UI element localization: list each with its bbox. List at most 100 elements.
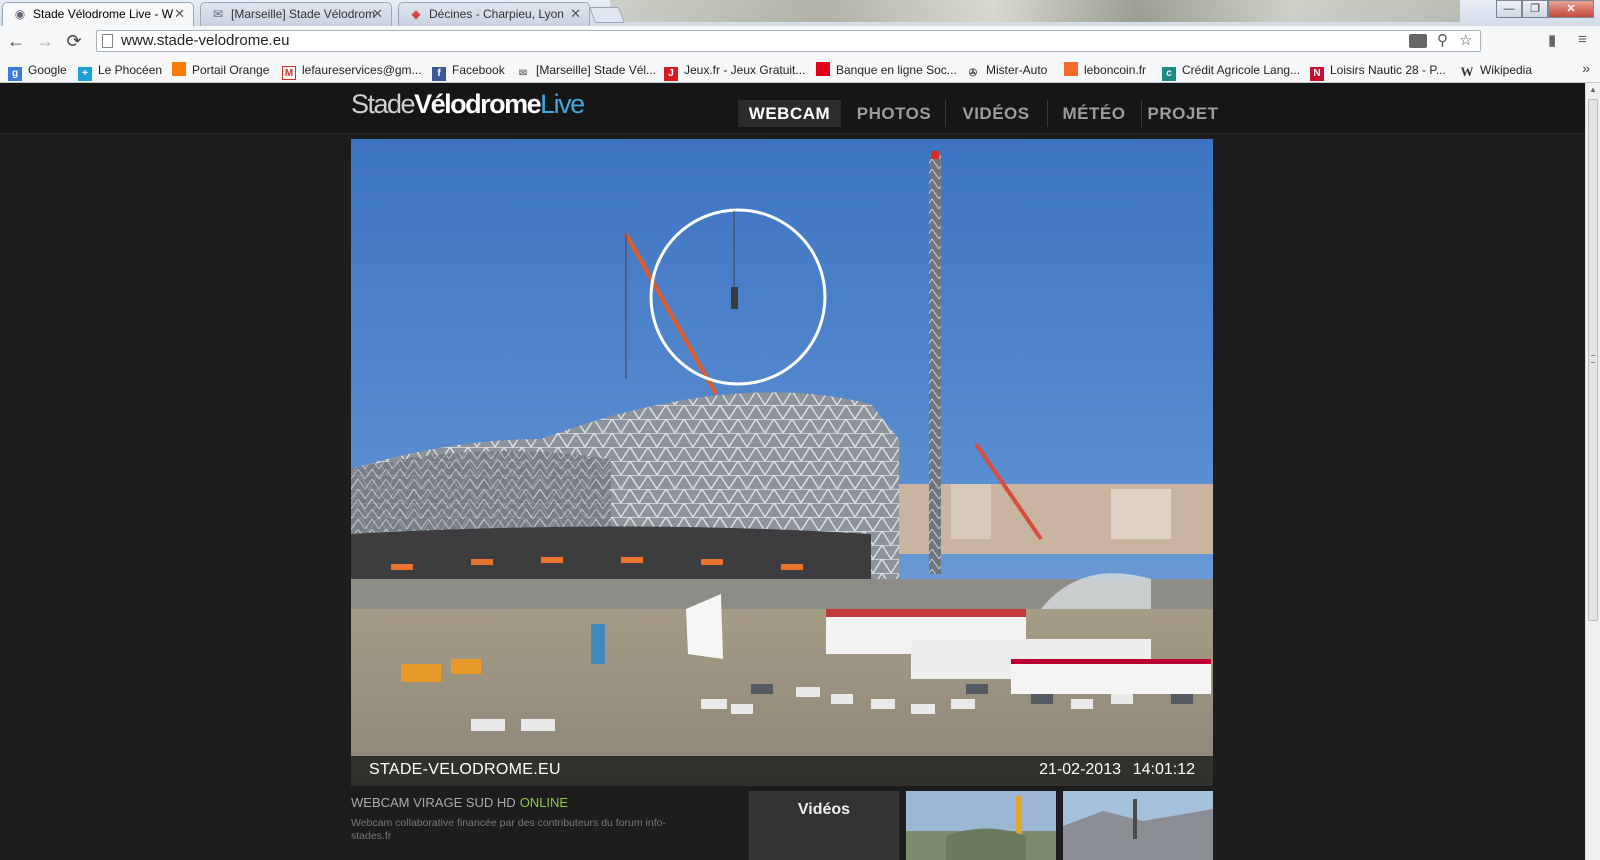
- cast-icon[interactable]: [1409, 34, 1427, 48]
- bookmark-label: lefaureservices@gm...: [302, 63, 422, 77]
- forward-button[interactable]: →: [35, 31, 55, 51]
- orange-icon: [172, 62, 186, 76]
- scroll-up-icon[interactable]: ▲: [1589, 85, 1597, 94]
- leboncoin-icon: [1064, 62, 1078, 76]
- car-icon: ✇: [968, 68, 978, 79]
- bookmark-label: Banque en ligne Soc...: [836, 63, 957, 77]
- phoceen-icon: +: [78, 67, 92, 81]
- bookmarks-bar: g Google + Le Phocéen Portail Orange Mlefa…: [0, 57, 1600, 83]
- window-background-photo: [610, 0, 1460, 22]
- webcam-caption-bar: STADE-VELODROME.EU 21-02-2013 14:01:12: [351, 756, 1213, 786]
- tab-marseille-forum[interactable]: ✉ [Marseille] Stade Vélodrom ✕: [200, 2, 392, 26]
- forum-icon: ✉: [212, 7, 224, 21]
- bookmark-portail-orange[interactable]: Portail Orange: [172, 61, 269, 79]
- webcam-time: 14:01:12: [1132, 761, 1195, 778]
- nav-projet[interactable]: PROJET: [1146, 100, 1220, 127]
- close-tab-icon[interactable]: ✕: [372, 3, 383, 25]
- bookmark-label: Crédit Agricole Lang...: [1182, 63, 1301, 77]
- video-thumbnail[interactable]: [1063, 791, 1213, 860]
- scroll-thumb[interactable]: [1588, 99, 1598, 621]
- bookmark-banque[interactable]: Banque en ligne Soc...: [816, 61, 957, 79]
- restore-button[interactable]: ❐: [1522, 0, 1548, 18]
- tab-decines-maps[interactable]: ◆ Décines - Charpieu, Lyon ✕: [398, 2, 590, 26]
- nav-webcam[interactable]: WEBCAM: [738, 100, 841, 127]
- logo-text-stade: Stade: [351, 89, 416, 119]
- address-bar[interactable]: www.stade-velodrome.eu ☆ ⚲: [96, 30, 1481, 52]
- nav-divider: [945, 100, 946, 127]
- back-button[interactable]: ←: [6, 31, 26, 51]
- browser-toolbar: ← → ⟳ www.stade-velodrome.eu ☆ ⚲ ▮ ≡: [0, 26, 1600, 57]
- reload-button[interactable]: ⟳: [64, 31, 84, 51]
- webcam-description: Webcam collaborative financée par des co…: [351, 817, 666, 842]
- nav-photos[interactable]: PHOTOS: [848, 100, 940, 127]
- webcam-brand: STADE-VELODROME.EU: [369, 761, 561, 778]
- bookmark-label: Jeux.fr - Jeux Gratuit...: [684, 63, 806, 77]
- bookmark-label: [Marseille] Stade Vél...: [536, 63, 657, 77]
- bookmark-wikipedia[interactable]: W Wikipedia: [1460, 61, 1533, 79]
- nav-videos[interactable]: VIDÉOS: [950, 100, 1042, 127]
- close-tab-icon[interactable]: ✕: [174, 3, 185, 25]
- jeux-icon: J: [664, 67, 678, 81]
- scroll-grip-icon: [1591, 355, 1595, 363]
- bookmark-label: Mister-Auto: [986, 63, 1048, 77]
- tab-title: Stade Vélodrome Live - W: [33, 7, 174, 21]
- bookmark-leboncoin[interactable]: leboncoin.fr: [1064, 61, 1146, 79]
- wikipedia-icon: W: [1460, 64, 1474, 79]
- menu-icon[interactable]: ≡: [1578, 31, 1587, 48]
- minimize-button[interactable]: —: [1496, 0, 1522, 18]
- close-window-button[interactable]: ✕: [1548, 0, 1594, 18]
- forum-icon: ✉: [518, 68, 528, 79]
- browser-tab-strip: ◉ Stade Vélodrome Live - W ✕ ✉ [Marseill…: [0, 0, 1600, 26]
- site-logo[interactable]: StadeVélodromeLive: [351, 89, 585, 120]
- bank-icon: [816, 62, 830, 76]
- bookmark-loisirs-nautic[interactable]: N Loisirs Nautic 28 - P...: [1310, 61, 1446, 81]
- bookmark-google[interactable]: g Google: [8, 61, 67, 81]
- bookmark-label: leboncoin.fr: [1084, 63, 1147, 77]
- bookmark-label: Wikipedia: [1480, 63, 1533, 77]
- url-text[interactable]: www.stade-velodrome.eu: [121, 31, 289, 51]
- bookmark-facebook[interactable]: f Facebook: [432, 61, 505, 81]
- videos-panel[interactable]: Vidéos: [749, 791, 899, 860]
- page-icon: [102, 34, 113, 48]
- google-icon: g: [8, 67, 22, 81]
- tab-stade-velodrome-live[interactable]: ◉ Stade Vélodrome Live - W ✕: [2, 2, 194, 26]
- bookmark-label: Facebook: [452, 63, 505, 77]
- bookmark-label: Portail Orange: [192, 63, 270, 77]
- zoom-icon[interactable]: ⚲: [1437, 33, 1448, 49]
- stadium-construction-photo: [351, 139, 1213, 786]
- webcam-name: WEBCAM VIRAGE SUD HD: [351, 795, 516, 810]
- facebook-icon: f: [432, 67, 446, 81]
- nav-divider: [1141, 100, 1142, 127]
- bookmark-jeux[interactable]: J Jeux.fr - Jeux Gratuit...: [664, 61, 806, 81]
- new-tab-button[interactable]: [589, 7, 625, 23]
- nav-divider: [1047, 100, 1048, 127]
- video-thumbnail-image: [1063, 791, 1213, 860]
- maps-icon: ◆: [411, 7, 421, 21]
- nav-meteo[interactable]: MÉTÉO: [1052, 100, 1136, 127]
- gmail-icon: M: [282, 66, 296, 80]
- page-scrollbar[interactable]: ▲: [1585, 83, 1600, 860]
- bookmark-le-phoceen[interactable]: + Le Phocéen: [78, 61, 163, 81]
- credit-agricole-icon: c: [1162, 67, 1176, 81]
- site-header: StadeVélodromeLive WEBCAM PHOTOS VIDÉOS …: [0, 83, 1585, 134]
- bookmark-gmail[interactable]: Mlefaureservices@gm...: [282, 61, 422, 80]
- video-thumbnail-image: [906, 791, 1056, 860]
- main-nav: WEBCAM PHOTOS VIDÉOS MÉTÉO PROJET: [738, 100, 1218, 127]
- bookmark-mister-auto[interactable]: ✇ Mister-Auto: [966, 61, 1048, 79]
- video-thumbnail[interactable]: [906, 791, 1056, 860]
- bookmark-label: Le Phocéen: [98, 63, 163, 77]
- web-page: StadeVélodromeLive WEBCAM PHOTOS VIDÉOS …: [0, 83, 1585, 860]
- stats-icon[interactable]: ▮: [1548, 31, 1556, 49]
- tab-title: [Marseille] Stade Vélodrom: [231, 7, 376, 21]
- bookmark-label: Loisirs Nautic 28 - P...: [1330, 63, 1446, 77]
- close-tab-icon[interactable]: ✕: [570, 3, 581, 25]
- bookmark-credit-agricole[interactable]: c Crédit Agricole Lang...: [1162, 61, 1301, 81]
- webcam-date: 21-02-2013: [1039, 761, 1121, 778]
- webcam-info-title: WEBCAM VIRAGE SUD HD ONLINE: [351, 795, 568, 810]
- webcam-image: STADE-VELODROME.EU 21-02-2013 14:01:12: [351, 139, 1213, 786]
- more-bookmarks-icon[interactable]: »: [1582, 60, 1590, 76]
- bookmark-star-icon[interactable]: ☆: [1459, 33, 1472, 49]
- bookmark-marseille-forum[interactable]: ✉ [Marseille] Stade Vél...: [516, 61, 656, 79]
- tab-title: Décines - Charpieu, Lyon: [429, 7, 564, 21]
- bookmark-label: Google: [28, 63, 67, 77]
